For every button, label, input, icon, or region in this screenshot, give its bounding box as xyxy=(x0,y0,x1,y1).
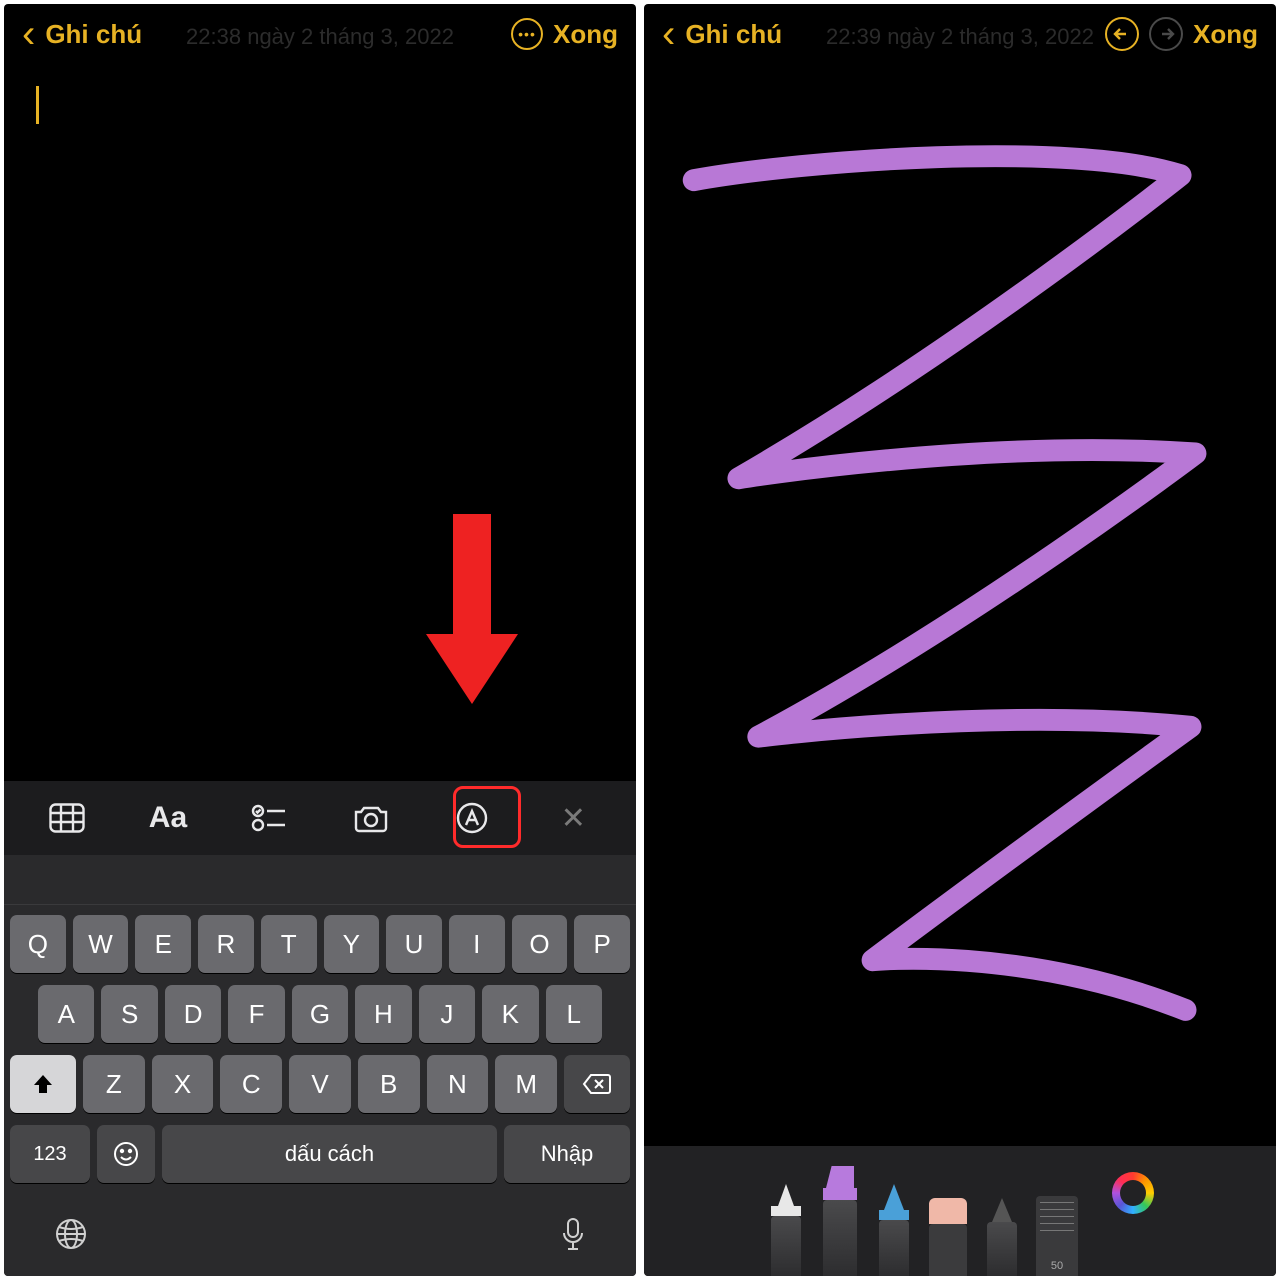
key-m[interactable]: M xyxy=(495,1055,557,1113)
screen-right-drawing: 22:39 ngày 2 tháng 3, 2022 ‹ Ghi chú Xon… xyxy=(644,4,1276,1276)
text-format-icon[interactable]: Aa xyxy=(142,792,194,844)
tool-lasso[interactable] xyxy=(982,1198,1022,1276)
drawing-stroke xyxy=(644,64,1276,1146)
key-i[interactable]: I xyxy=(449,915,505,973)
tool-pen[interactable] xyxy=(766,1184,806,1276)
tool-tray: 50 xyxy=(644,1146,1276,1276)
screen-left-note-editor: 22:38 ngày 2 tháng 3, 2022 ‹ Ghi chú •••… xyxy=(4,4,636,1276)
chevron-left-icon: ‹ xyxy=(662,14,675,54)
camera-icon[interactable] xyxy=(345,792,397,844)
key-l[interactable]: L xyxy=(546,985,602,1043)
keyboard-suggestions[interactable] xyxy=(4,855,636,905)
done-button[interactable]: Xong xyxy=(553,19,618,50)
key-o[interactable]: O xyxy=(512,915,568,973)
key-d[interactable]: D xyxy=(165,985,221,1043)
tool-pencil[interactable] xyxy=(874,1184,914,1276)
mic-icon[interactable] xyxy=(560,1217,586,1262)
drawing-canvas[interactable] xyxy=(644,64,1276,1146)
key-emoji[interactable] xyxy=(97,1125,155,1183)
key-shift[interactable] xyxy=(10,1055,76,1113)
key-u[interactable]: U xyxy=(386,915,442,973)
key-g[interactable]: G xyxy=(292,985,348,1043)
key-h[interactable]: H xyxy=(355,985,411,1043)
key-c[interactable]: C xyxy=(220,1055,282,1113)
back-label: Ghi chú xyxy=(685,19,782,50)
back-button[interactable]: ‹ Ghi chú xyxy=(662,14,782,54)
undo-icon[interactable] xyxy=(1105,17,1139,51)
key-w[interactable]: W xyxy=(73,915,129,973)
key-f[interactable]: F xyxy=(228,985,284,1043)
note-body[interactable] xyxy=(4,64,636,781)
markup-icon[interactable] xyxy=(446,792,498,844)
key-b[interactable]: B xyxy=(358,1055,420,1113)
key-p[interactable]: P xyxy=(574,915,630,973)
tool-marker[interactable] xyxy=(820,1166,860,1276)
tool-ruler[interactable]: 50 xyxy=(1036,1196,1078,1276)
close-icon[interactable]: ✕ xyxy=(547,792,599,844)
header: ‹ Ghi chú Xong xyxy=(644,4,1276,64)
key-y[interactable]: Y xyxy=(324,915,380,973)
key-backspace[interactable] xyxy=(564,1055,630,1113)
key-z[interactable]: Z xyxy=(83,1055,145,1113)
key-q[interactable]: Q xyxy=(10,915,66,973)
table-icon[interactable] xyxy=(41,792,93,844)
redo-icon[interactable] xyxy=(1149,17,1183,51)
key-space[interactable]: dấu cách xyxy=(162,1125,497,1183)
key-n[interactable]: N xyxy=(427,1055,489,1113)
key-a[interactable]: A xyxy=(38,985,94,1043)
key-v[interactable]: V xyxy=(289,1055,351,1113)
annotation-arrow xyxy=(426,514,518,704)
checklist-icon[interactable] xyxy=(243,792,295,844)
key-j[interactable]: J xyxy=(419,985,475,1043)
key-x[interactable]: X xyxy=(152,1055,214,1113)
key-e[interactable]: E xyxy=(135,915,191,973)
key-return[interactable]: Nhập xyxy=(504,1125,630,1183)
key-s[interactable]: S xyxy=(101,985,157,1043)
more-circle-icon[interactable]: ••• xyxy=(511,18,543,50)
key-r[interactable]: R xyxy=(198,915,254,973)
color-picker-icon[interactable] xyxy=(1112,1172,1154,1214)
back-button[interactable]: ‹ Ghi chú xyxy=(22,14,142,54)
keyboard: Q W E R T Y U I O P A S D F G H J K L Z xyxy=(4,905,636,1276)
format-toolbar: Aa ✕ xyxy=(4,781,636,855)
ruler-label: 50 xyxy=(1036,1260,1078,1272)
header: ‹ Ghi chú ••• Xong xyxy=(4,4,636,64)
chevron-left-icon: ‹ xyxy=(22,14,35,54)
text-cursor xyxy=(36,86,39,124)
tool-eraser[interactable] xyxy=(928,1198,968,1276)
done-button[interactable]: Xong xyxy=(1193,19,1258,50)
key-t[interactable]: T xyxy=(261,915,317,973)
key-123[interactable]: 123 xyxy=(10,1125,90,1183)
key-k[interactable]: K xyxy=(482,985,538,1043)
globe-icon[interactable] xyxy=(54,1217,88,1262)
back-label: Ghi chú xyxy=(45,19,142,50)
